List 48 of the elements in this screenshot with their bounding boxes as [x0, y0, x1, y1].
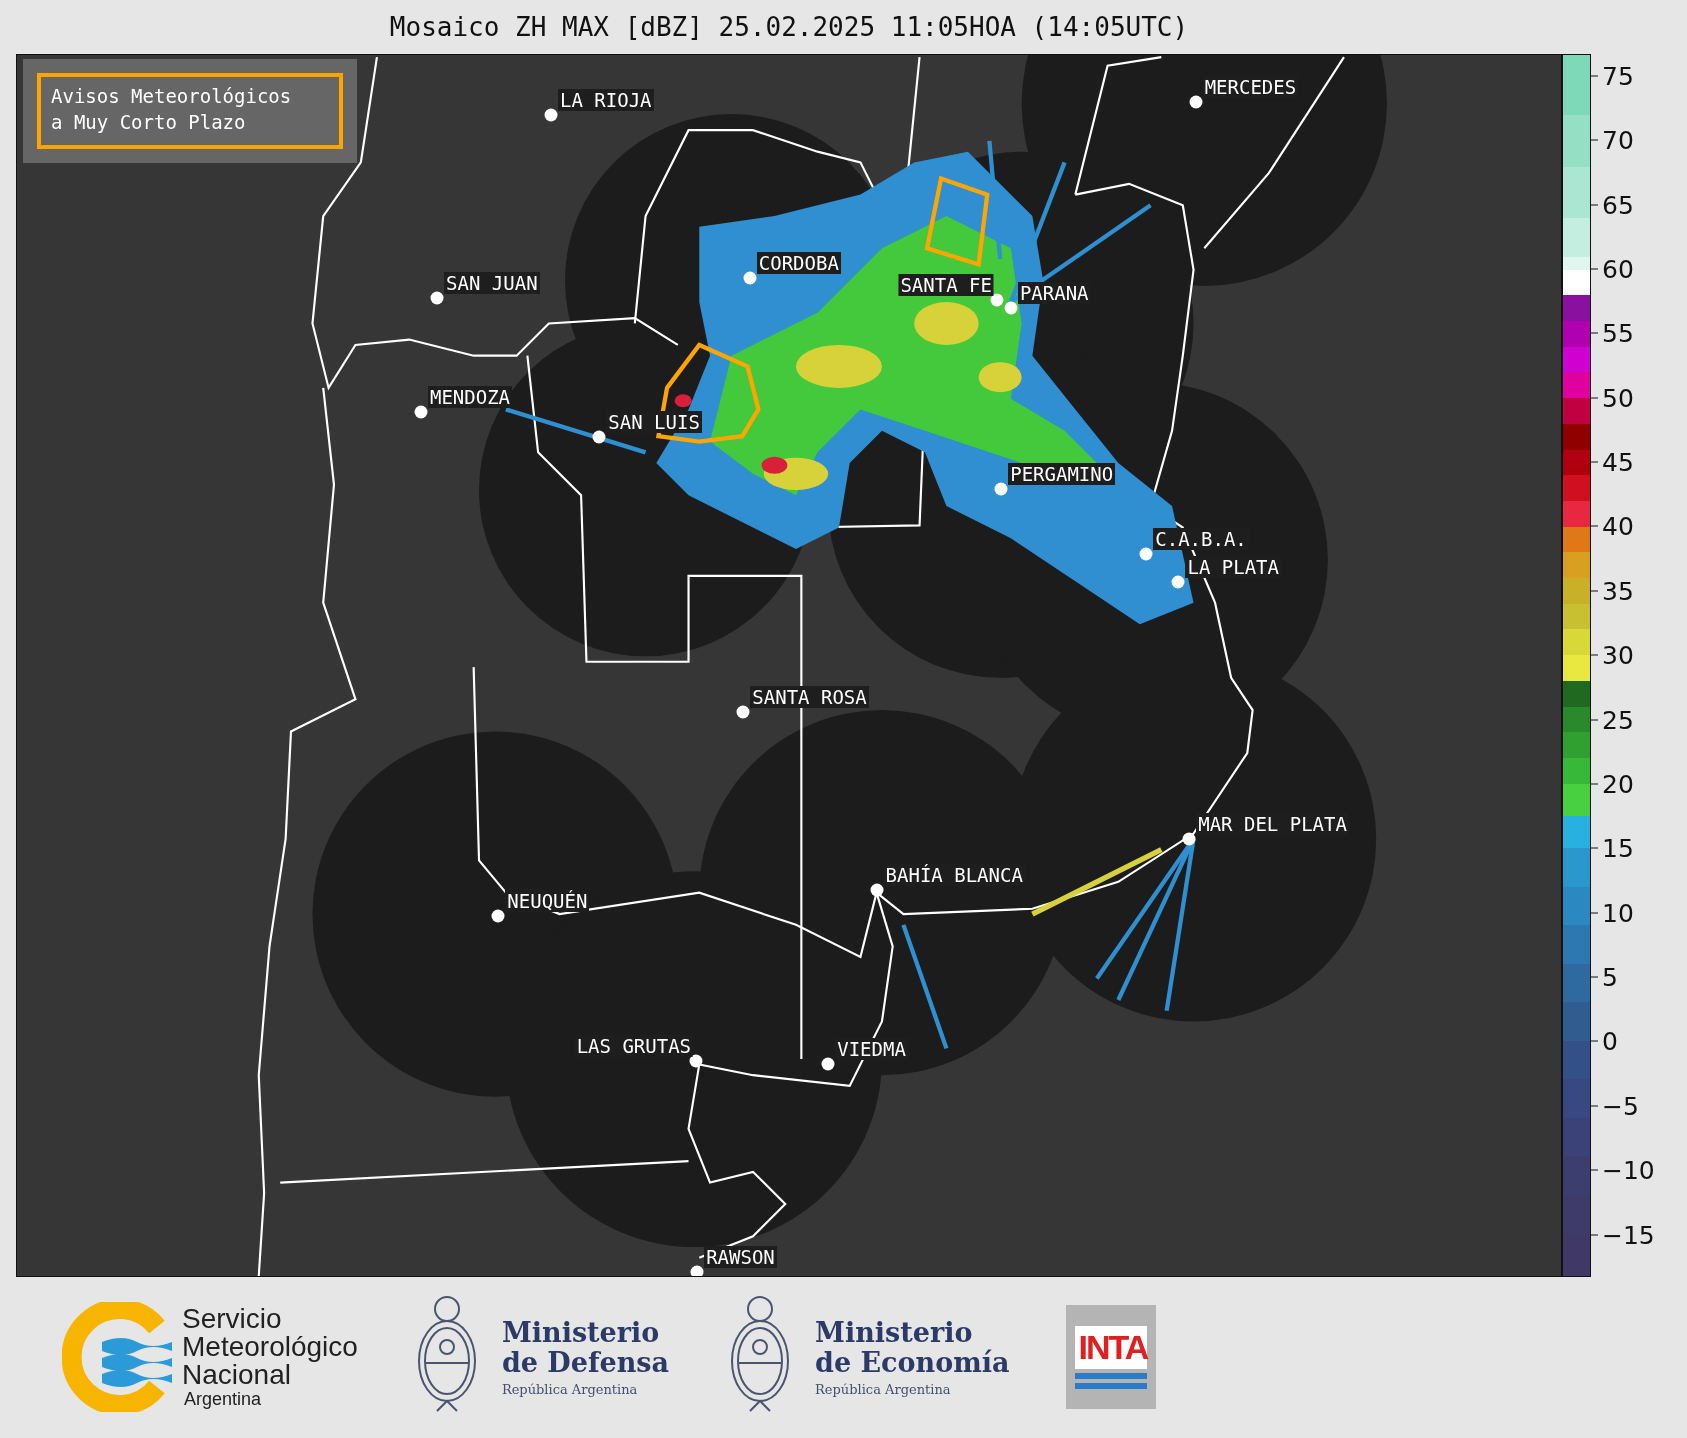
city-label: SANTA ROSA	[750, 686, 869, 709]
ministry-name: Ministerio de Economía	[815, 1317, 1010, 1378]
city-label: SAN LUIS	[606, 411, 702, 434]
scale-tick-label: 45	[1602, 447, 1634, 477]
city-dot-icon	[690, 1265, 704, 1276]
scale-tick-label: 50	[1602, 383, 1634, 413]
city-label: RAWSON	[704, 1245, 777, 1268]
city-label: MAR DEL PLATA	[1196, 812, 1349, 835]
scale-tick-label: 15	[1602, 833, 1634, 863]
agency-country: Argentina	[184, 1388, 263, 1410]
city-label: PARANA	[1017, 282, 1091, 305]
chart-title: Mosaico ZH MAX [dBZ] 25.02.2025 11:05HOA (14:05UTC)	[389, 12, 1189, 42]
smn-logo-icon	[62, 1302, 172, 1412]
scale-tick-label: 65	[1602, 190, 1634, 220]
scale-tick-label: 55	[1602, 318, 1634, 348]
city-label: NEUQUÉN	[505, 890, 590, 913]
scale-tick-label: 0	[1602, 1026, 1618, 1056]
agency-name: Servicio Meteorológico Nacional	[182, 1304, 358, 1389]
city-label: LA RIOJA	[558, 89, 654, 112]
scale-tick-label: 20	[1602, 769, 1634, 799]
scale-tick-label: 30	[1602, 640, 1634, 670]
scale-tick-label: 40	[1602, 511, 1634, 541]
ministry-country: República Argentina	[501, 1381, 639, 1397]
city-dot-icon	[544, 108, 558, 122]
scale-tick-label: −5	[1602, 1091, 1639, 1121]
scale-tick-label: −15	[1602, 1220, 1655, 1249]
legend-text: Avisos Meteorológicos a Muy Corto Plazo	[37, 73, 343, 149]
scale-tick-label: 10	[1602, 898, 1634, 928]
city-label: MENDOZA	[428, 385, 513, 408]
city-dot-icon	[430, 291, 444, 305]
city-label: SAN JUAN	[444, 271, 540, 294]
city-label: PERGAMINO	[1008, 462, 1116, 485]
city-label: LA PLATA	[1185, 556, 1281, 579]
scale-tick-label: 70	[1602, 125, 1634, 155]
city-dot-icon	[736, 705, 750, 719]
ministry-country: República Argentina	[815, 1381, 952, 1397]
scale-tick-label: 5	[1602, 962, 1618, 992]
city-dot-icon	[414, 405, 428, 418]
inta-text: INTA	[1074, 1325, 1147, 1369]
city-label: SANTA FE	[898, 273, 994, 296]
ministry-name: Ministerio de Defensa	[501, 1317, 670, 1378]
scale-tick-label: 60	[1602, 254, 1634, 284]
scale-tick-label: 75	[1602, 61, 1634, 91]
scale-tick-label: 25	[1602, 705, 1634, 735]
scale-tick-label: 35	[1602, 576, 1634, 606]
city-label: CORDOBA	[756, 252, 841, 275]
city-label: VIEDMA	[835, 1038, 908, 1061]
scale-tick-label: −10	[1602, 1155, 1655, 1185]
